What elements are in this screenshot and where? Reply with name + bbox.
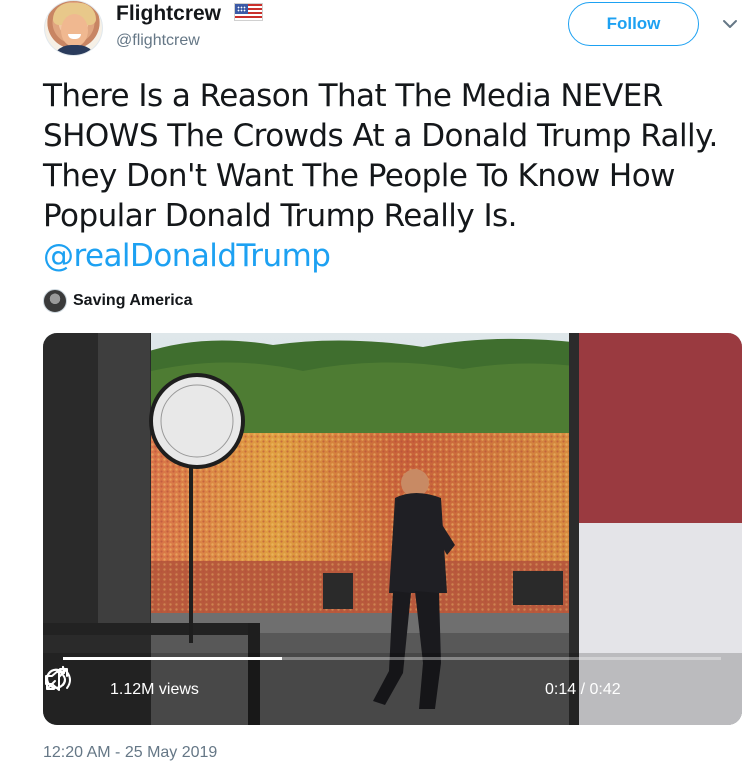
author-avatar[interactable] [44,0,103,56]
source-avatar [43,289,67,313]
tweet-timestamp[interactable]: 12:20 AM - 25 May 2019 [43,744,217,762]
author-name[interactable]: Flightcrew [116,2,221,26]
playback-time: 0:14 / 0:42 [545,681,621,698]
author-handle[interactable]: @flightcrew [116,32,200,50]
chevron-down-icon[interactable] [720,14,740,34]
tweet-text: There Is a Reason That The Media NEVER S… [43,76,748,276]
tweet-line: SHOWS The Crowds At a Donald Trump Rally… [43,118,718,154]
tweet-line: They Don't Want The People To Know How [43,158,675,194]
progress-bar[interactable] [63,657,721,660]
source-name[interactable]: Saving America [73,292,192,310]
media-source[interactable]: Saving America [43,288,192,314]
video-player[interactable]: 1.12M views 0:14 / 0:42 [43,333,742,725]
tweet-header: Flightcrew @flightcrew Follow [44,0,744,60]
video-controls: 1.12M views 0:14 / 0:42 [43,665,742,725]
progress-fill [63,657,283,660]
tweet-line: There Is a Reason That The Media NEVER [43,78,663,114]
tweet-line: Popular Donald Trump Really Is. [43,198,518,234]
follow-button[interactable]: Follow [568,2,699,46]
mention-link[interactable]: @realDonaldTrump [43,236,748,276]
fullscreen-icon[interactable] [43,665,71,693]
us-flag-icon [234,3,263,21]
view-count: 1.12M views [110,681,199,698]
